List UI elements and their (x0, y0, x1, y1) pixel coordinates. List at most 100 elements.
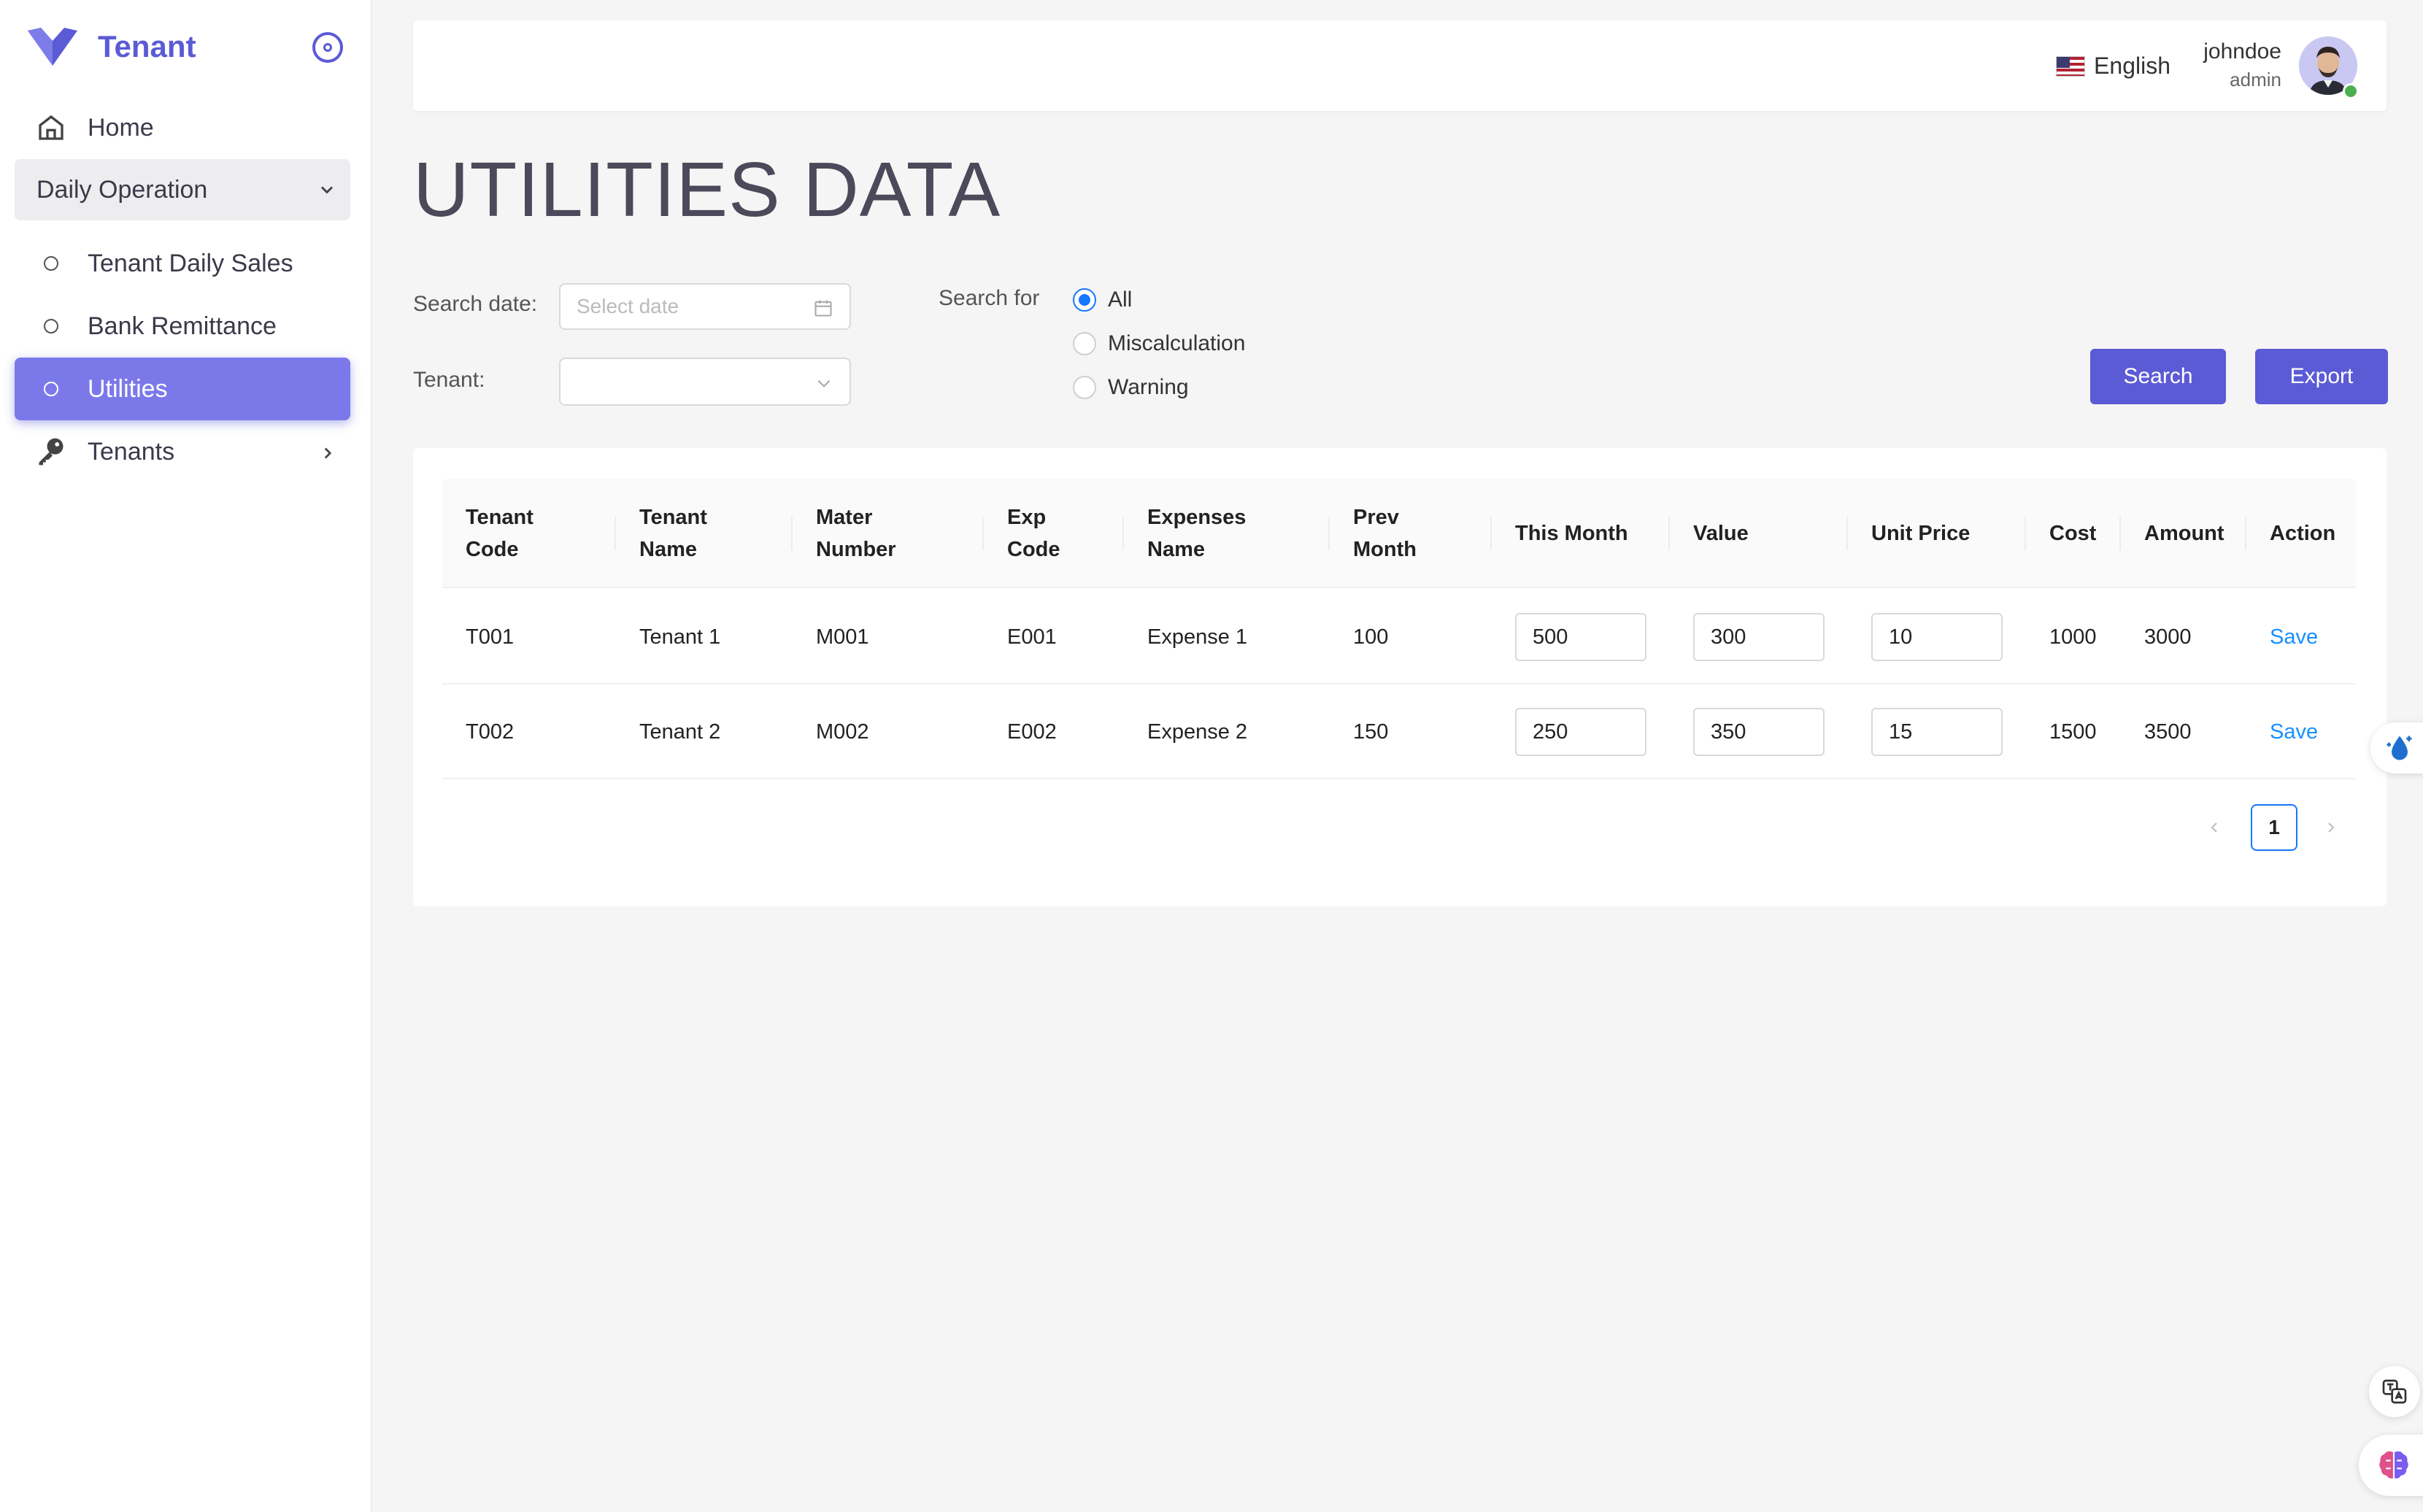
brand-logo-icon (28, 28, 77, 66)
sidebar: Tenant Home Daily Operation Tenant Daily… (0, 0, 372, 1512)
sidebar-item-utilities[interactable]: Utilities (15, 358, 350, 420)
calendar-icon (813, 298, 833, 323)
search-for-label: Search for (939, 286, 1040, 310)
cell-mater-number: M002 (816, 720, 869, 744)
sidebar-group-daily-operation[interactable]: Daily Operation (15, 159, 350, 220)
cell-cost: 1000 (2049, 625, 2097, 649)
username: johndoe (2203, 39, 2281, 63)
cell-tenant-code: T001 (466, 625, 515, 649)
sidebar-collapse-toggle[interactable] (312, 32, 343, 63)
brain-icon (2379, 1451, 2408, 1478)
column-header-cost[interactable]: Cost (2049, 479, 2096, 588)
cell-cost: 1500 (2049, 720, 2097, 744)
column-header-tenant-code[interactable]: Tenant Code (466, 479, 533, 588)
search-button[interactable]: Search (2090, 349, 2226, 404)
circle-icon (15, 382, 88, 396)
column-header-action: Action (2270, 522, 2336, 545)
online-status-indicator (2343, 83, 2359, 99)
chevron-down-icon (317, 178, 337, 207)
language-selector[interactable]: English (2056, 53, 2170, 80)
table-header: Tenant Code Tenant Name Mater Number Exp Cod… (442, 479, 2356, 588)
sidebar-item-tenants[interactable]: Tenants (15, 420, 350, 483)
key-icon (15, 436, 88, 468)
radio-all[interactable]: All (1073, 288, 1132, 312)
column-header-prev-month[interactable]: Prev Month (1353, 479, 1417, 588)
unit-price-input[interactable]: 15 (1871, 708, 2003, 756)
this-month-input[interactable]: 500 (1515, 613, 1646, 661)
value-input[interactable]: 350 (1693, 708, 1825, 756)
column-header-value[interactable]: Value (1693, 479, 1749, 588)
column-header-exp-code[interactable]: Exp Code (1007, 479, 1060, 588)
column-header-amount[interactable]: Amount (2144, 479, 2224, 588)
pagination-next-button[interactable] (2316, 804, 2346, 851)
column-header-unit-price[interactable]: Unit Price (1871, 479, 1970, 588)
radio-label: Warning (1108, 375, 1189, 399)
translate-icon (2382, 1379, 2407, 1404)
sidebar-item-home[interactable]: Home (15, 96, 350, 159)
sidebar-item-label: Home (88, 113, 154, 142)
pagination-page-1[interactable]: 1 (2251, 804, 2297, 851)
search-date-picker[interactable]: Select date (559, 283, 851, 330)
radio-button-checked[interactable] (1073, 288, 1096, 312)
cell-mater-number: M001 (816, 625, 869, 649)
user-role: admin (2230, 69, 2281, 90)
radio-button[interactable] (1073, 332, 1096, 355)
tenant-label: Tenant: (413, 368, 485, 392)
language-label: English (2094, 53, 2170, 79)
user-info[interactable]: johndoe admin (2203, 39, 2281, 91)
table-row: T002 Tenant 2 M002 E002 Expense 2 150 25… (442, 684, 2356, 779)
cell-expenses-name: Expense 2 (1147, 720, 1248, 744)
circle-icon (15, 256, 88, 271)
cell-amount: 3500 (2144, 720, 2192, 744)
pagination-prev-button[interactable] (2200, 804, 2229, 851)
cell-prev-month: 100 (1353, 625, 1389, 649)
top-header: English johndoe admin (413, 20, 2387, 111)
us-flag-icon (2056, 55, 2086, 77)
table-row: T001 Tenant 1 M001 E001 Expense 1 100 50… (442, 590, 2356, 684)
circle-icon (15, 319, 88, 333)
search-date-label: Search date: (413, 292, 538, 316)
unit-price-input[interactable]: 10 (1871, 613, 2003, 661)
page-title: UTILITIES DATA (413, 147, 1001, 233)
sidebar-item-label: Tenant Daily Sales (88, 249, 293, 277)
sidebar-item-label: Bank Remittance (88, 312, 277, 340)
export-button[interactable]: Export (2255, 349, 2388, 404)
cell-tenant-name: Tenant 1 (639, 625, 721, 649)
column-header-mater-number[interactable]: Mater Number (816, 479, 896, 588)
floating-ai-assistant-button[interactable] (2359, 1435, 2423, 1496)
chevron-down-icon (814, 374, 833, 396)
column-header-tenant-name[interactable]: Tenant Name (639, 479, 707, 588)
column-header-expenses-name[interactable]: Expenses Name (1147, 479, 1246, 588)
radio-button[interactable] (1073, 376, 1096, 399)
tenant-select[interactable] (559, 358, 851, 406)
sidebar-item-bank-remittance[interactable]: Bank Remittance (15, 295, 350, 358)
column-header-this-month[interactable]: This Month (1515, 479, 1628, 588)
sidebar-item-label: Utilities (88, 374, 168, 403)
cell-tenant-code: T002 (466, 720, 515, 744)
cell-exp-code: E001 (1007, 625, 1057, 649)
value-input[interactable]: 300 (1693, 613, 1825, 661)
sidebar-item-tenant-daily-sales[interactable]: Tenant Daily Sales (15, 232, 350, 295)
cell-tenant-name: Tenant 2 (639, 720, 721, 744)
water-drop-icon (2387, 736, 2412, 760)
brand[interactable]: Tenant (26, 25, 196, 69)
save-link[interactable]: Save (2270, 684, 2318, 779)
radio-dot-icon (323, 43, 332, 52)
radio-miscalculation[interactable]: Miscalculation (1073, 331, 1245, 356)
cell-prev-month: 150 (1353, 720, 1389, 744)
chevron-right-icon (318, 441, 337, 469)
sidebar-group-label: Daily Operation (36, 175, 208, 204)
save-link[interactable]: Save (2270, 590, 2318, 684)
home-icon (15, 113, 88, 142)
chevron-right-icon (2328, 822, 2335, 833)
radio-label: Miscalculation (1108, 331, 1246, 355)
date-placeholder: Select date (577, 295, 679, 317)
floating-translate-button[interactable] (2369, 1366, 2420, 1417)
cell-amount: 3000 (2144, 625, 2192, 649)
radio-warning[interactable]: Warning (1073, 375, 1189, 400)
utilities-table-card: Tenant Code Tenant Name Mater Number Exp Cod… (413, 448, 2387, 906)
cell-exp-code: E002 (1007, 720, 1057, 744)
floating-water-drop-button[interactable] (2370, 722, 2423, 774)
brand-name: Tenant (98, 29, 196, 63)
this-month-input[interactable]: 250 (1515, 708, 1646, 756)
